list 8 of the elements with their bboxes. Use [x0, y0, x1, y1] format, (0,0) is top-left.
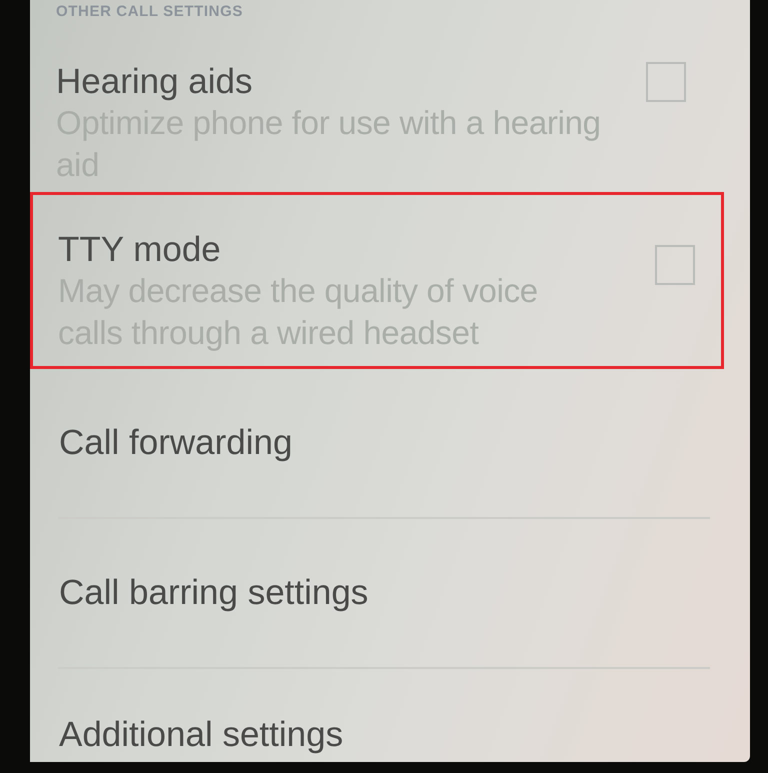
- setting-title: Hearing aids: [56, 62, 254, 102]
- section-header: OTHER CALL SETTINGS: [56, 3, 243, 21]
- checkbox[interactable]: [655, 245, 695, 285]
- settings-menu-item[interactable]: Call barring settings: [30, 519, 392, 667]
- setting-title: TTY mode: [58, 230, 222, 270]
- settings-menu-item[interactable]: Additional settings: [30, 669, 366, 760]
- checkbox[interactable]: [646, 62, 686, 102]
- settings-menu-item[interactable]: Call forwarding: [30, 369, 316, 517]
